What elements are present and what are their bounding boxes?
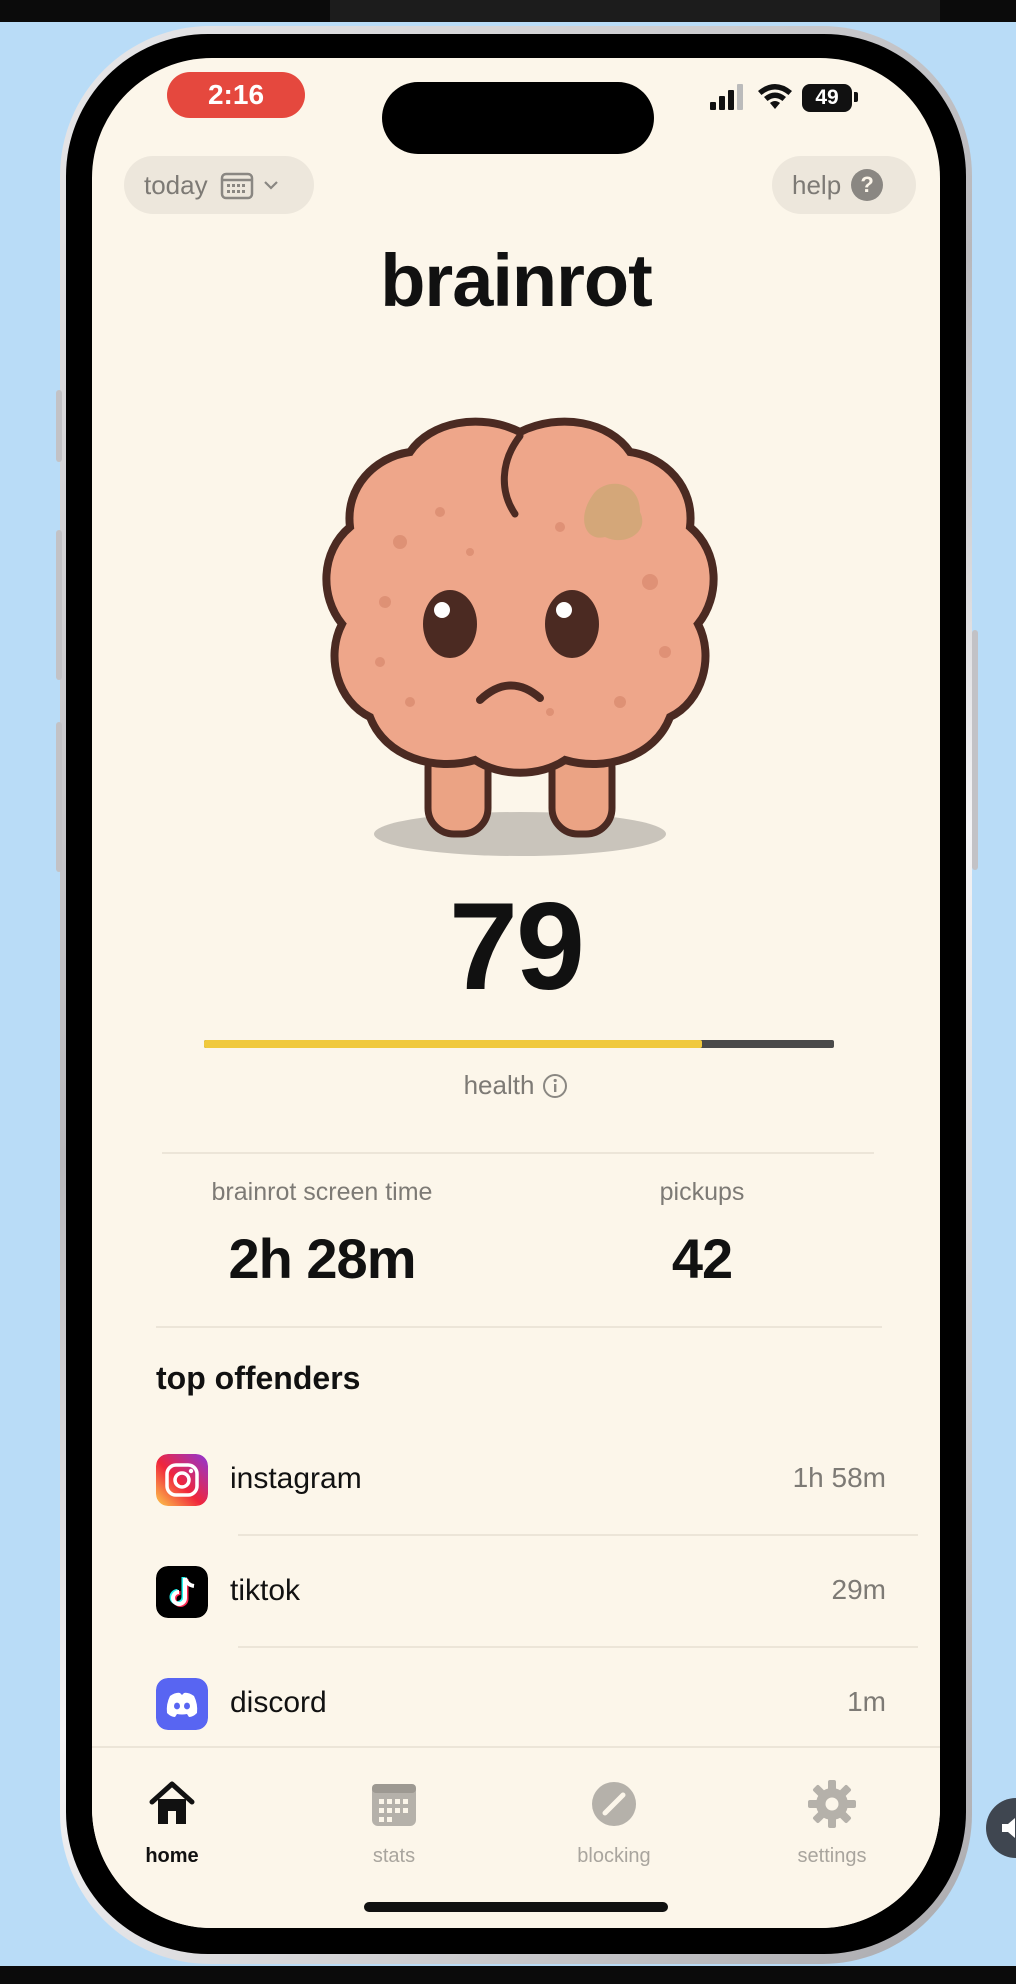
list-item-discord[interactable]: discord 1m bbox=[156, 1678, 916, 1734]
question-icon: ? bbox=[851, 169, 884, 201]
app-name: tiktok bbox=[230, 1574, 301, 1607]
tiktok-icon bbox=[156, 1566, 208, 1618]
power-button bbox=[972, 630, 978, 870]
video-bottom-bar bbox=[0, 1966, 1016, 1984]
chevron-down-icon bbox=[263, 181, 278, 190]
home-icon bbox=[149, 1781, 195, 1824]
app-title: brainrot bbox=[380, 239, 653, 322]
health-score: 79 bbox=[449, 878, 585, 1016]
cellular-signal-icon bbox=[710, 84, 743, 110]
sad-brain-mascot-icon bbox=[322, 417, 718, 856]
app-time: 1h 58m bbox=[792, 1462, 886, 1493]
divider-top bbox=[162, 1152, 874, 1154]
date-filter-button[interactable]: today bbox=[124, 156, 314, 214]
app-screen: 2:16 49 today help ? brainrot 79 health … bbox=[92, 58, 940, 1928]
top-bar-shadow bbox=[330, 0, 940, 22]
calendar-icon bbox=[372, 1784, 416, 1826]
volume-up-button bbox=[56, 530, 62, 680]
battery-tip bbox=[854, 92, 858, 102]
list-item-instagram[interactable]: instagram 1h 58m bbox=[156, 1454, 916, 1510]
tab-label: settings bbox=[797, 1845, 867, 1867]
health-progress-fill bbox=[204, 1040, 702, 1048]
app-time: 1m bbox=[847, 1686, 886, 1717]
health-label-row: health bbox=[92, 1070, 940, 1101]
app-time: 29m bbox=[831, 1574, 886, 1605]
help-button[interactable]: help ? bbox=[772, 156, 916, 214]
date-filter-label: today bbox=[144, 170, 208, 200]
block-icon bbox=[592, 1782, 636, 1826]
list-item-tiktok[interactable]: tiktok 29m bbox=[156, 1566, 916, 1622]
tab-home[interactable]: home bbox=[92, 1778, 252, 1868]
tab-label: stats bbox=[372, 1845, 416, 1867]
tab-blocking[interactable]: blocking bbox=[534, 1778, 694, 1868]
row-divider bbox=[238, 1534, 918, 1536]
sound-toggle-button[interactable] bbox=[986, 1798, 1016, 1858]
app-name: discord bbox=[230, 1686, 327, 1719]
discord-icon bbox=[156, 1678, 208, 1730]
top-offenders-title: top offenders bbox=[156, 1360, 361, 1396]
tab-settings[interactable]: settings bbox=[752, 1778, 912, 1868]
health-progress-bar bbox=[204, 1040, 834, 1048]
status-time: 2:16 bbox=[167, 72, 305, 118]
app-name: instagram bbox=[230, 1462, 362, 1495]
screen-time-value: 2h 28m bbox=[228, 1227, 417, 1290]
screen-time-label: brainrot screen time bbox=[211, 1178, 433, 1206]
wifi-icon bbox=[758, 84, 792, 109]
gear-icon bbox=[808, 1780, 856, 1828]
bottom-tab-bar: home stats blocking settings bbox=[92, 1746, 940, 1928]
divider-middle bbox=[156, 1326, 882, 1328]
info-icon[interactable] bbox=[542, 1073, 568, 1099]
video-top-bar bbox=[0, 0, 1016, 22]
tab-label: blocking bbox=[577, 1845, 651, 1867]
action-button bbox=[56, 390, 62, 462]
instagram-icon bbox=[156, 1454, 208, 1506]
calendar-icon bbox=[220, 172, 253, 200]
row-divider bbox=[238, 1646, 918, 1648]
help-label: help bbox=[792, 170, 842, 200]
pickups-label: pickups bbox=[659, 1178, 745, 1206]
dynamic-island bbox=[382, 82, 654, 154]
volume-down-button bbox=[56, 722, 62, 872]
tab-stats[interactable]: stats bbox=[314, 1778, 474, 1868]
health-label: health bbox=[463, 1070, 535, 1100]
home-indicator bbox=[364, 1902, 668, 1912]
battery-indicator: 49 bbox=[802, 84, 852, 112]
pickups-value: 42 bbox=[671, 1227, 733, 1290]
tab-label: home bbox=[145, 1845, 199, 1867]
status-icons: 49 bbox=[710, 82, 890, 116]
speaker-icon bbox=[1002, 1818, 1015, 1838]
